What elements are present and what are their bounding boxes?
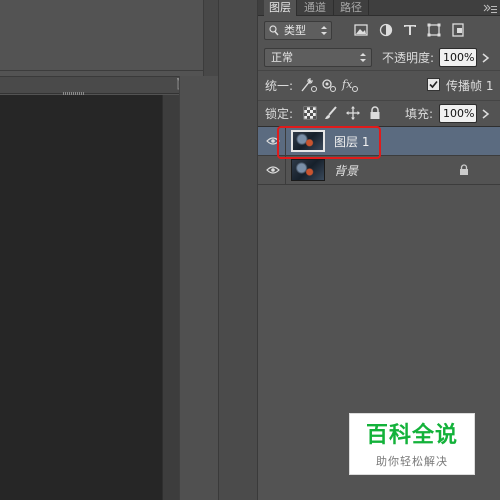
layer-filter-label: 类型 xyxy=(284,24,306,37)
chevron-right-icon[interactable] xyxy=(480,108,492,119)
divider xyxy=(0,70,218,71)
divider xyxy=(258,70,500,71)
unify-position-icon[interactable] xyxy=(300,77,318,93)
image-filter-icon[interactable] xyxy=(352,21,370,39)
fill-label: 填充: xyxy=(405,107,434,121)
svg-text:fx: fx xyxy=(341,78,353,91)
vertical-scrollbar[interactable] xyxy=(203,0,218,76)
shape-filter-icon[interactable] xyxy=(425,21,443,39)
collapsed-panel-column xyxy=(179,76,218,500)
lock-all-icon[interactable] xyxy=(368,106,382,120)
eye-icon xyxy=(266,166,280,174)
adjustment-filter-icon[interactable] xyxy=(377,21,395,39)
panel-dock-separator xyxy=(218,0,258,500)
chevron-updown-icon xyxy=(360,53,366,62)
opacity-label: 不透明度: xyxy=(382,51,435,65)
chevron-updown-icon xyxy=(321,26,327,35)
blend-mode-select[interactable]: 正常 xyxy=(264,48,372,67)
watermark-title: 百科全说 xyxy=(365,423,458,448)
layer-filter-select[interactable]: 类型 xyxy=(264,21,332,40)
unify-style-icon[interactable]: fx xyxy=(341,77,359,93)
layer-row[interactable]: 背景 xyxy=(258,156,500,185)
blend-mode-value: 正常 xyxy=(271,51,293,64)
lock-image-pixels-icon[interactable] xyxy=(324,106,338,120)
lock-transparent-pixels-icon[interactable] xyxy=(303,106,317,120)
unify-label: 统一: xyxy=(265,79,294,93)
opacity-input[interactable]: 100% xyxy=(439,48,477,67)
lock-label: 锁定: xyxy=(265,107,294,121)
panel-edge xyxy=(162,95,179,500)
search-icon xyxy=(269,25,279,36)
unify-visibility-icon[interactable] xyxy=(320,77,338,93)
tab-layers[interactable]: 图层 xyxy=(264,0,297,16)
lock-icon xyxy=(460,164,468,175)
visibility-toggle[interactable] xyxy=(258,156,286,184)
timeline-panel-body xyxy=(0,95,162,500)
propagate-frame-checkbox[interactable] xyxy=(427,78,440,91)
watermark-subtitle: 助你轻松解决 xyxy=(376,455,448,468)
tab-paths[interactable]: 路径 xyxy=(334,0,369,16)
highlight-annotation xyxy=(277,126,381,159)
divider xyxy=(258,100,500,101)
propagate-frame-label: 传播帧 1 xyxy=(446,79,494,93)
layer-name[interactable]: 背景 xyxy=(334,162,358,179)
layer-thumbnail[interactable] xyxy=(291,159,325,181)
lock-position-icon[interactable] xyxy=(346,106,360,120)
panel-menu-icon[interactable] xyxy=(483,3,497,13)
canvas-area-top xyxy=(0,0,218,76)
type-filter-icon[interactable] xyxy=(401,21,419,39)
chevron-right-icon[interactable] xyxy=(480,52,492,63)
tab-channels[interactable]: 通道 xyxy=(297,0,334,16)
fill-input[interactable]: 100% xyxy=(439,104,477,123)
smart-object-filter-icon[interactable] xyxy=(449,21,467,39)
